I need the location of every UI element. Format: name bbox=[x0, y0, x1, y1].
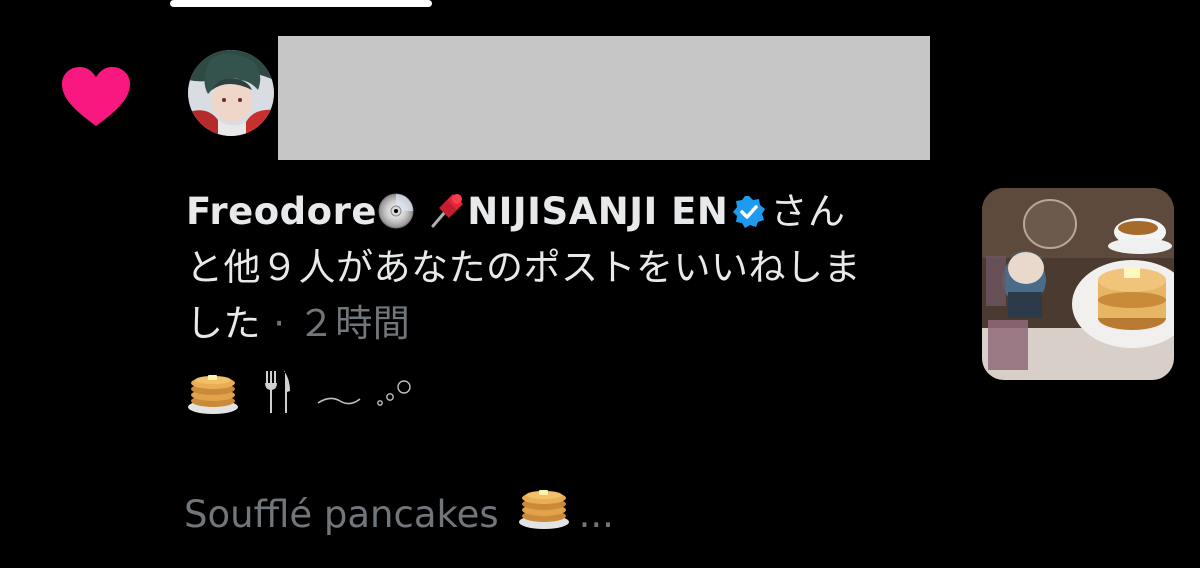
other-actor-name[interactable]: NIJISANJI EN bbox=[467, 190, 728, 233]
post-media-thumbnail[interactable] bbox=[982, 188, 1174, 380]
notification-suffix: さん bbox=[770, 190, 846, 233]
pancake-photo bbox=[982, 188, 1174, 380]
wave-bubble-icon bbox=[317, 380, 411, 406]
post-preview-text: Soufflé pancakes bbox=[184, 493, 499, 536]
pancakes-icon bbox=[188, 375, 238, 414]
post-preview-ellipsis: ... bbox=[578, 493, 614, 536]
notification-body: と他９人があなたのポストをいいねしま bbox=[186, 246, 861, 289]
actor-name[interactable]: Freodore bbox=[186, 190, 377, 233]
redacted-avatars-area bbox=[278, 36, 930, 160]
verified-badge-icon bbox=[733, 196, 766, 228]
avatar[interactable] bbox=[188, 50, 274, 136]
post-preview[interactable]: Soufflé pancakes ... bbox=[184, 482, 614, 548]
notification-body-end: した bbox=[186, 302, 261, 345]
pushpin-icon bbox=[431, 194, 464, 228]
timestamp: ２時間 bbox=[297, 302, 411, 345]
post-snippet-emojis bbox=[186, 362, 414, 422]
avatar-image bbox=[188, 50, 274, 136]
separator-dot: · bbox=[261, 302, 298, 345]
pancakes-icon bbox=[518, 490, 569, 529]
fork-knife-icon bbox=[265, 371, 290, 413]
scroll-indicator bbox=[170, 0, 432, 7]
notification-text: Freodore NIJISANJI EN さん と他９人があなたのポストをいい… bbox=[186, 184, 946, 352]
heart-icon bbox=[62, 67, 130, 126]
cd-icon bbox=[378, 193, 414, 229]
